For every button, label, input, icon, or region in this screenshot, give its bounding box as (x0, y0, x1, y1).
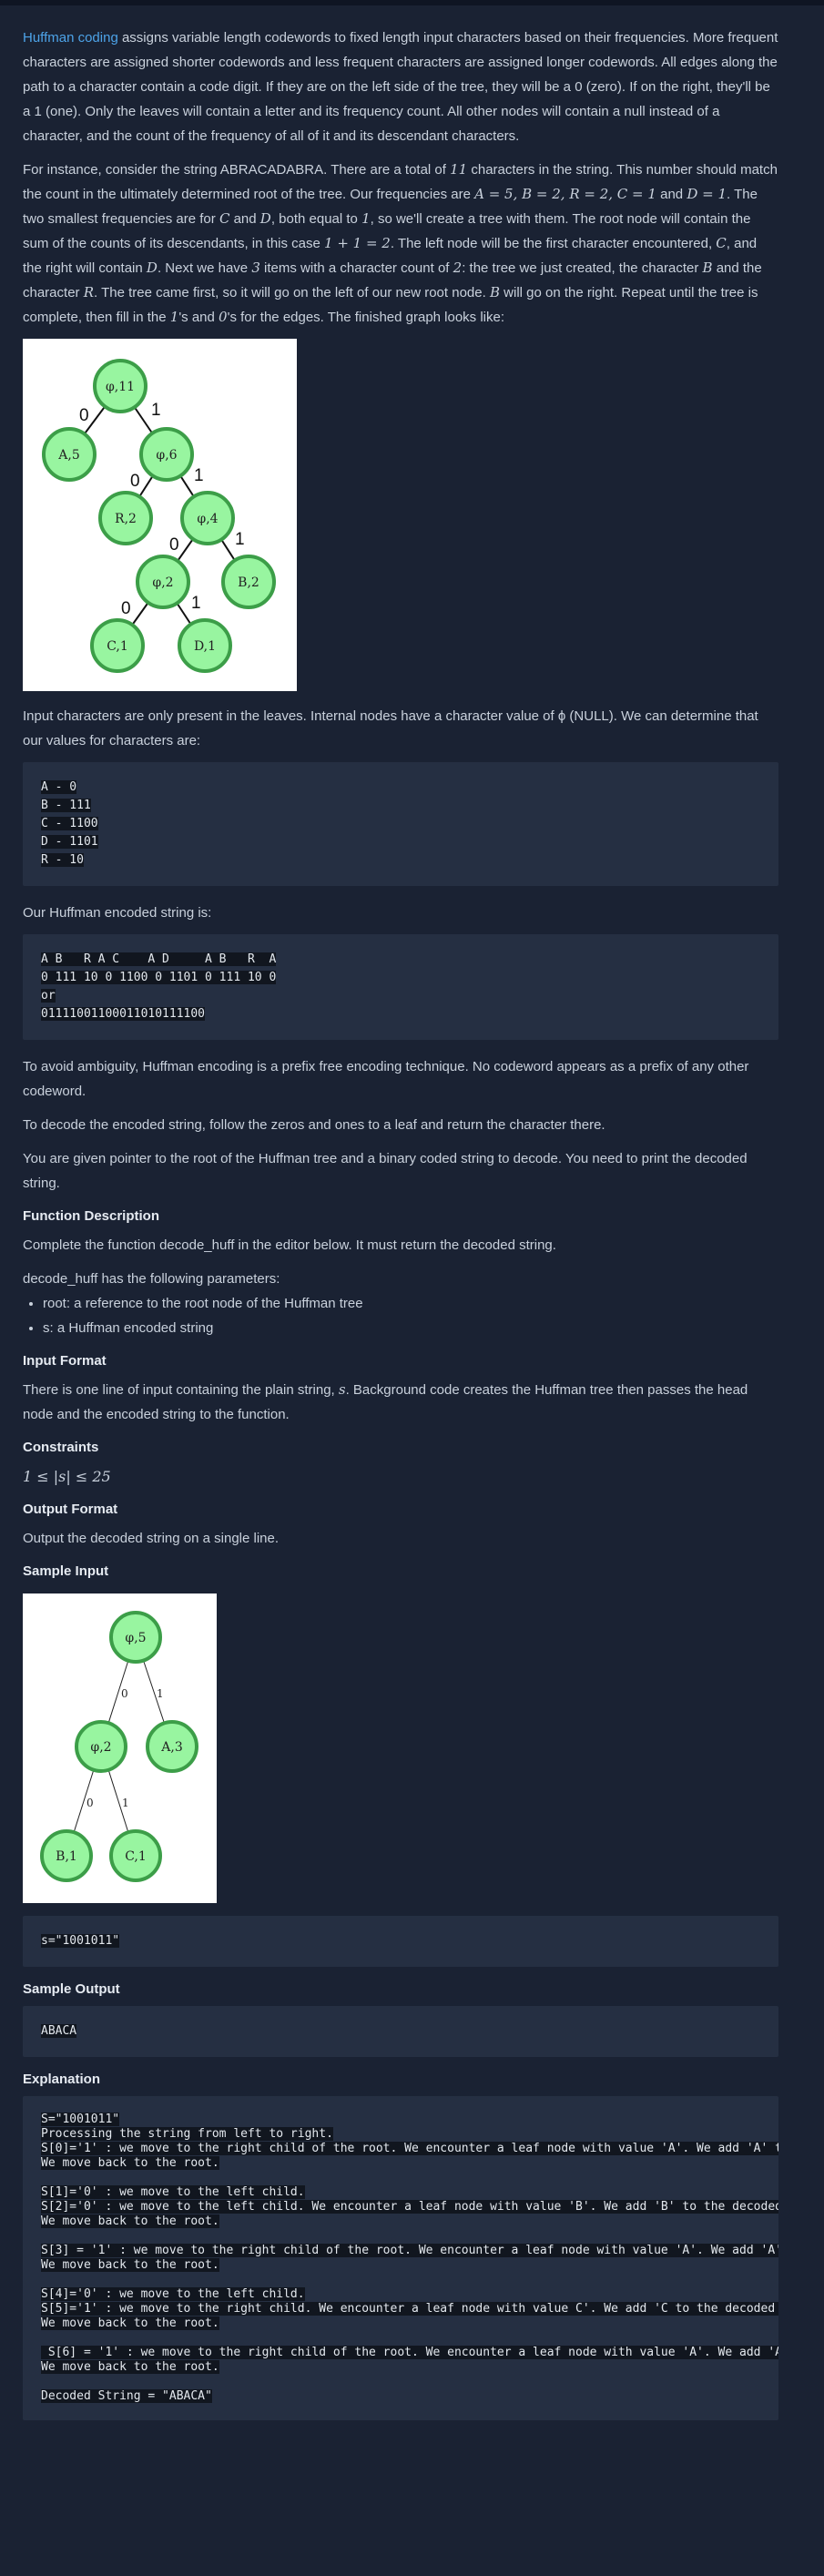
tree-node: R,2 (98, 491, 153, 545)
edge-label: 1 (235, 530, 245, 549)
edge-label: 1 (191, 594, 201, 613)
constraints-text: 1 ≤ |s| ≤ 25 (23, 1468, 111, 1485)
huffman-coding-link[interactable]: Huffman coding (23, 30, 118, 46)
svg-text:R,2: R,2 (115, 512, 137, 526)
constraints-heading: Constraints (23, 1440, 99, 1455)
edge-label: 0 (86, 1797, 94, 1809)
input-format-text: There is one line of input containing th… (23, 1381, 748, 1422)
tree-node: D,1 (178, 618, 232, 673)
intro-paragraph-1: Huffman coding assigns variable length c… (23, 30, 778, 144)
huffman-tree-diagram: 0 1 0 1 0 1 0 1 φ,11 A,5 φ,6 R,2 φ,4 φ,2… (42, 359, 276, 673)
tree-node: φ,11 (93, 359, 148, 413)
svg-text:φ,11: φ,11 (106, 380, 135, 394)
edge-label: 1 (157, 1687, 164, 1700)
sample-input-code: s="1001011" (23, 1916, 778, 1967)
tree-node: φ,4 (180, 491, 235, 545)
intro-paragraph-2: For instance, consider the string ABRACA… (23, 161, 778, 325)
tree-node: C,1 (109, 1829, 162, 1882)
edge-label: 1 (194, 466, 204, 485)
svg-text:A,3: A,3 (160, 1740, 182, 1755)
svg-text:C,1: C,1 (125, 1849, 147, 1864)
encoded-label: Our Huffman encoded string is: (23, 905, 212, 921)
tree-node: φ,5 (109, 1611, 162, 1664)
edge-label: 0 (121, 599, 131, 618)
sample-tree-figure: 0 1 0 1 φ,5 φ,2 A,3 B,1 C,1 (23, 1593, 217, 1903)
tree-node: B,1 (40, 1829, 93, 1882)
tree-node: φ,2 (75, 1720, 127, 1773)
ambiguity-paragraph: To avoid ambiguity, Huffman encoding is … (23, 1059, 749, 1099)
edge-label: 0 (79, 406, 89, 425)
list-item: root: a reference to the root node of th… (43, 1291, 778, 1316)
input-format-heading: Input Format (23, 1353, 107, 1369)
output-format-text: Output the decoded string on a single li… (23, 1531, 280, 1546)
problem-statement: Huffman coding assigns variable length c… (0, 5, 801, 2420)
svg-text:B,2: B,2 (238, 575, 259, 590)
output-format-heading: Output Format (23, 1502, 118, 1517)
function-description-heading: Function Description (23, 1208, 159, 1224)
parameters-list: root: a reference to the root node of th… (23, 1291, 778, 1340)
svg-text:B,1: B,1 (56, 1849, 77, 1864)
leaves-paragraph: Input characters are only present in the… (23, 708, 758, 748)
codes-block: A - 0 B - 111 C - 1100 D - 1101 R - 10 (23, 762, 778, 886)
tree-node: A,5 (42, 427, 97, 482)
edge-label: 0 (121, 1687, 128, 1700)
svg-text:φ,4: φ,4 (197, 512, 218, 526)
explanation-heading: Explanation (23, 2072, 101, 2087)
huffman-tree-figure: 0 1 0 1 0 1 0 1 φ,11 A,5 φ,6 R,2 φ,4 φ,2… (23, 339, 297, 691)
svg-text:φ,2: φ,2 (90, 1740, 111, 1755)
sample-input-heading: Sample Input (23, 1563, 109, 1579)
edge-label: 1 (151, 401, 161, 420)
svg-text:φ,2: φ,2 (152, 575, 173, 590)
edge-label: 0 (130, 472, 140, 491)
svg-text:A,5: A,5 (57, 448, 79, 463)
task-paragraph: You are given pointer to the root of the… (23, 1151, 748, 1191)
function-description-text: Complete the function decode_huff in the… (23, 1237, 556, 1253)
sample-output-heading: Sample Output (23, 1981, 120, 1997)
sample-output-code: ABACA (23, 2006, 778, 2057)
edge-label: 1 (122, 1797, 129, 1809)
tree-node: C,1 (90, 618, 145, 673)
edge-label: 0 (169, 535, 179, 555)
parameters-label: decode_huff has the following parameters… (23, 1271, 280, 1287)
svg-text:φ,5: φ,5 (125, 1631, 146, 1645)
decode-paragraph: To decode the encoded string, follow the… (23, 1117, 605, 1133)
list-item: s: a Huffman encoded string (43, 1316, 778, 1340)
tree-node: φ,6 (139, 427, 194, 482)
tree-node: A,3 (146, 1720, 198, 1773)
encoded-block: A B R A C A D A B R A 0 111 10 0 1100 0 … (23, 934, 778, 1040)
svg-text:φ,6: φ,6 (156, 448, 177, 463)
tree-node: φ,2 (136, 555, 190, 609)
svg-text:D,1: D,1 (194, 639, 216, 654)
explanation-code: S="1001011" Processing the string from l… (23, 2096, 778, 2420)
sample-tree-diagram: 0 1 0 1 φ,5 φ,2 A,3 B,1 C,1 (40, 1611, 198, 1882)
tree-node: B,2 (221, 555, 276, 609)
svg-text:C,1: C,1 (107, 639, 128, 654)
